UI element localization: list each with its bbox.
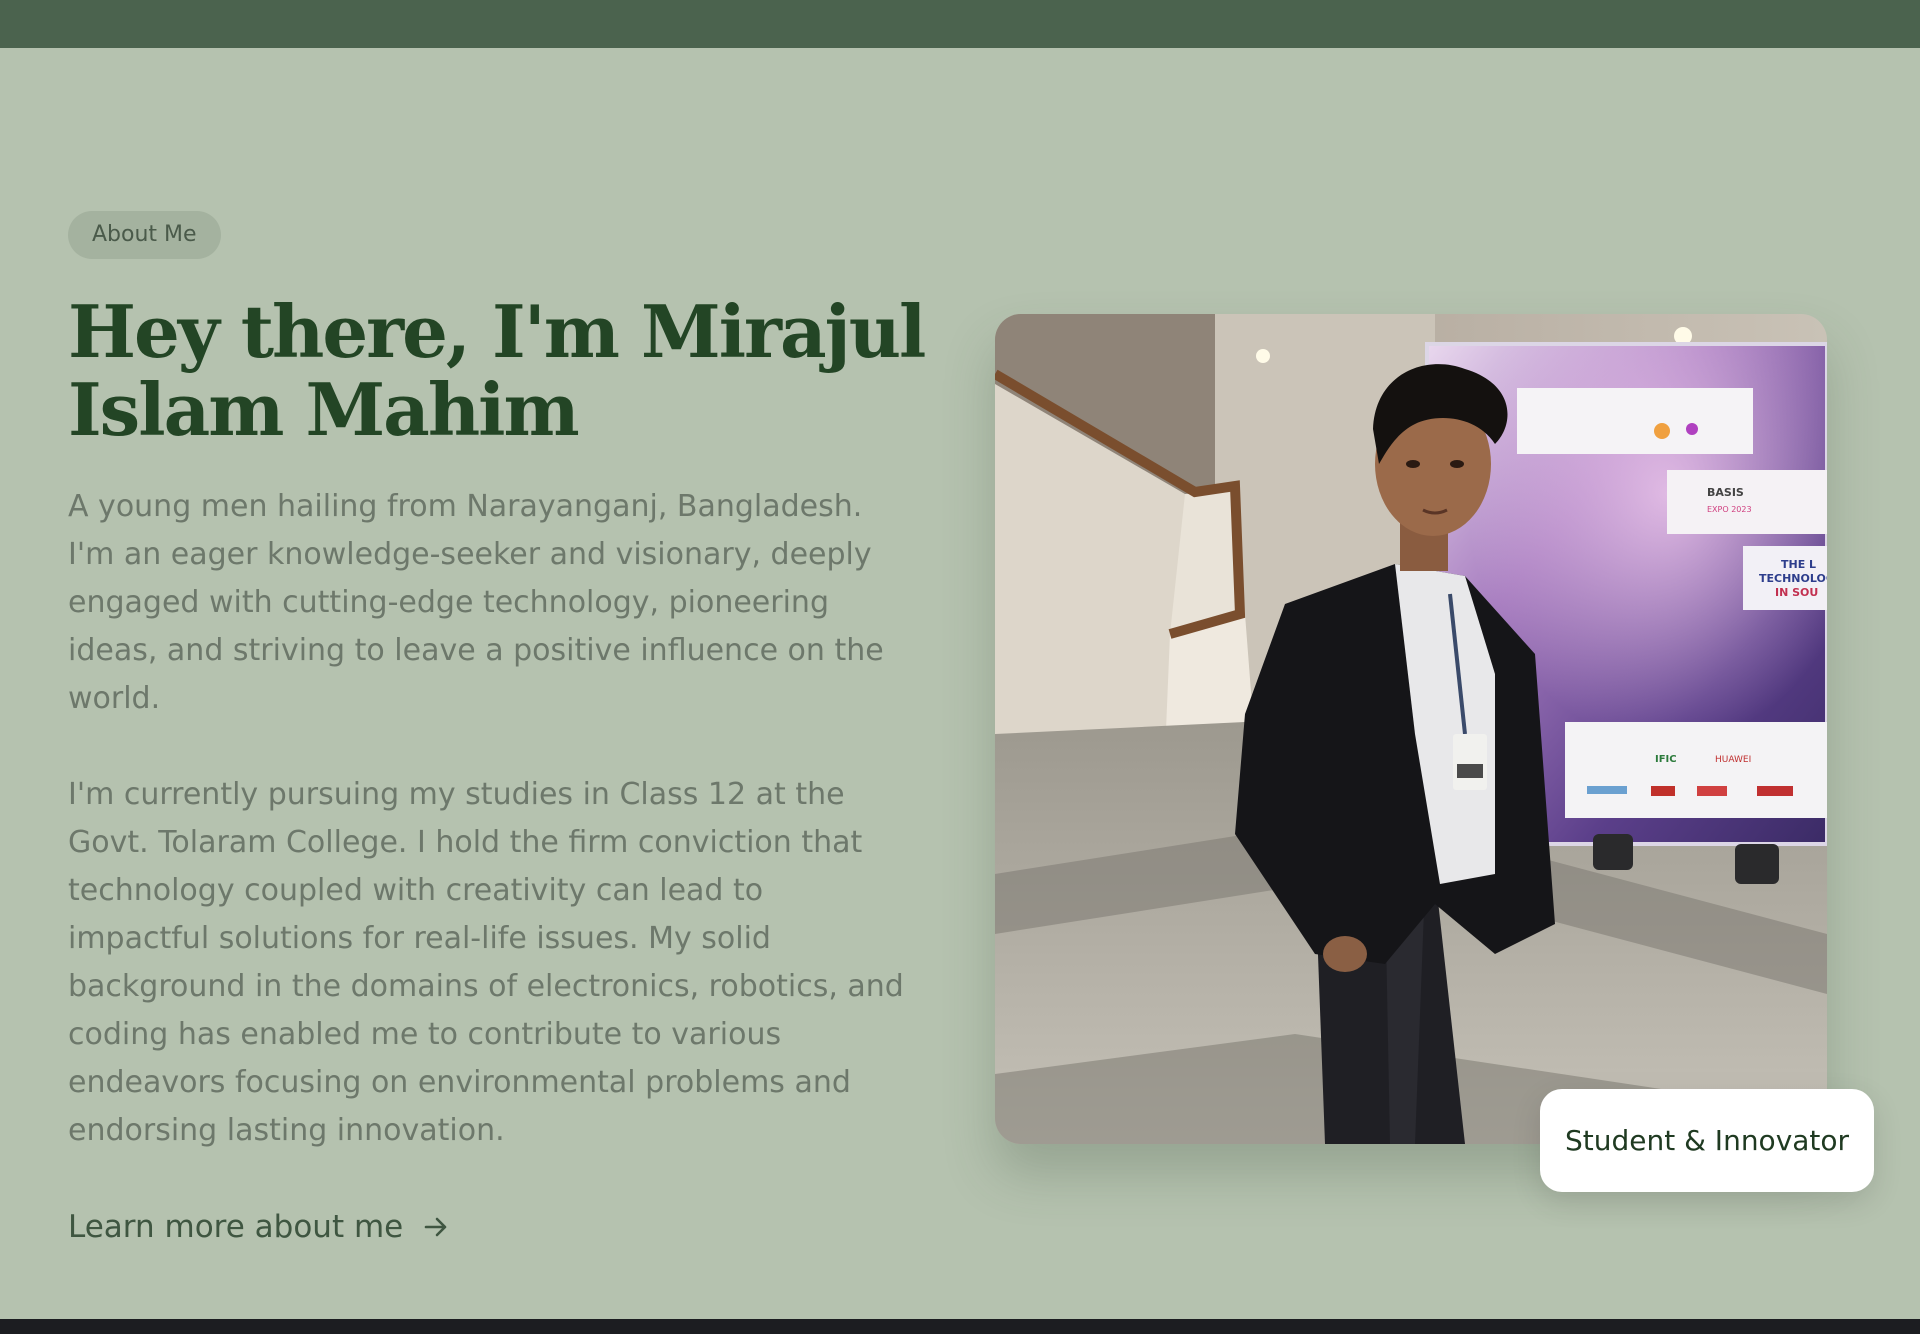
banner-text-expo: EXPO 2023 [1707, 505, 1752, 514]
banner-text-huawei: HUAWEI [1715, 755, 1751, 765]
bottom-bar [0, 1319, 1920, 1334]
top-bar [0, 0, 1920, 48]
learn-more-label: Learn more about me [68, 1209, 404, 1245]
intro-paragraph: A young men hailing from Narayanganj, Ba… [68, 489, 884, 716]
banner-text-ific: IFIC [1655, 754, 1677, 765]
role-badge: Student & Innovator [1540, 1089, 1874, 1192]
banner-text-in: IN SOU [1775, 586, 1818, 599]
page-title: Hey there, I'm Mirajul Islam Mahim [68, 289, 926, 452]
banner-text-basis: BASIS [1707, 486, 1744, 499]
banner-text-the: THE L [1781, 558, 1816, 571]
section-tag: About Me [68, 211, 221, 259]
profile-photo: BASIS EXPO 2023 THE L TECHNOLOG IN SOU I… [995, 314, 1827, 1144]
banner-text-technology: TECHNOLOG [1759, 572, 1827, 585]
learn-more-link[interactable]: Learn more about me [68, 1202, 451, 1252]
bio-paragraph: I'm currently pursuing my studies in Cla… [68, 777, 904, 1148]
arrow-right-icon [421, 1212, 451, 1242]
